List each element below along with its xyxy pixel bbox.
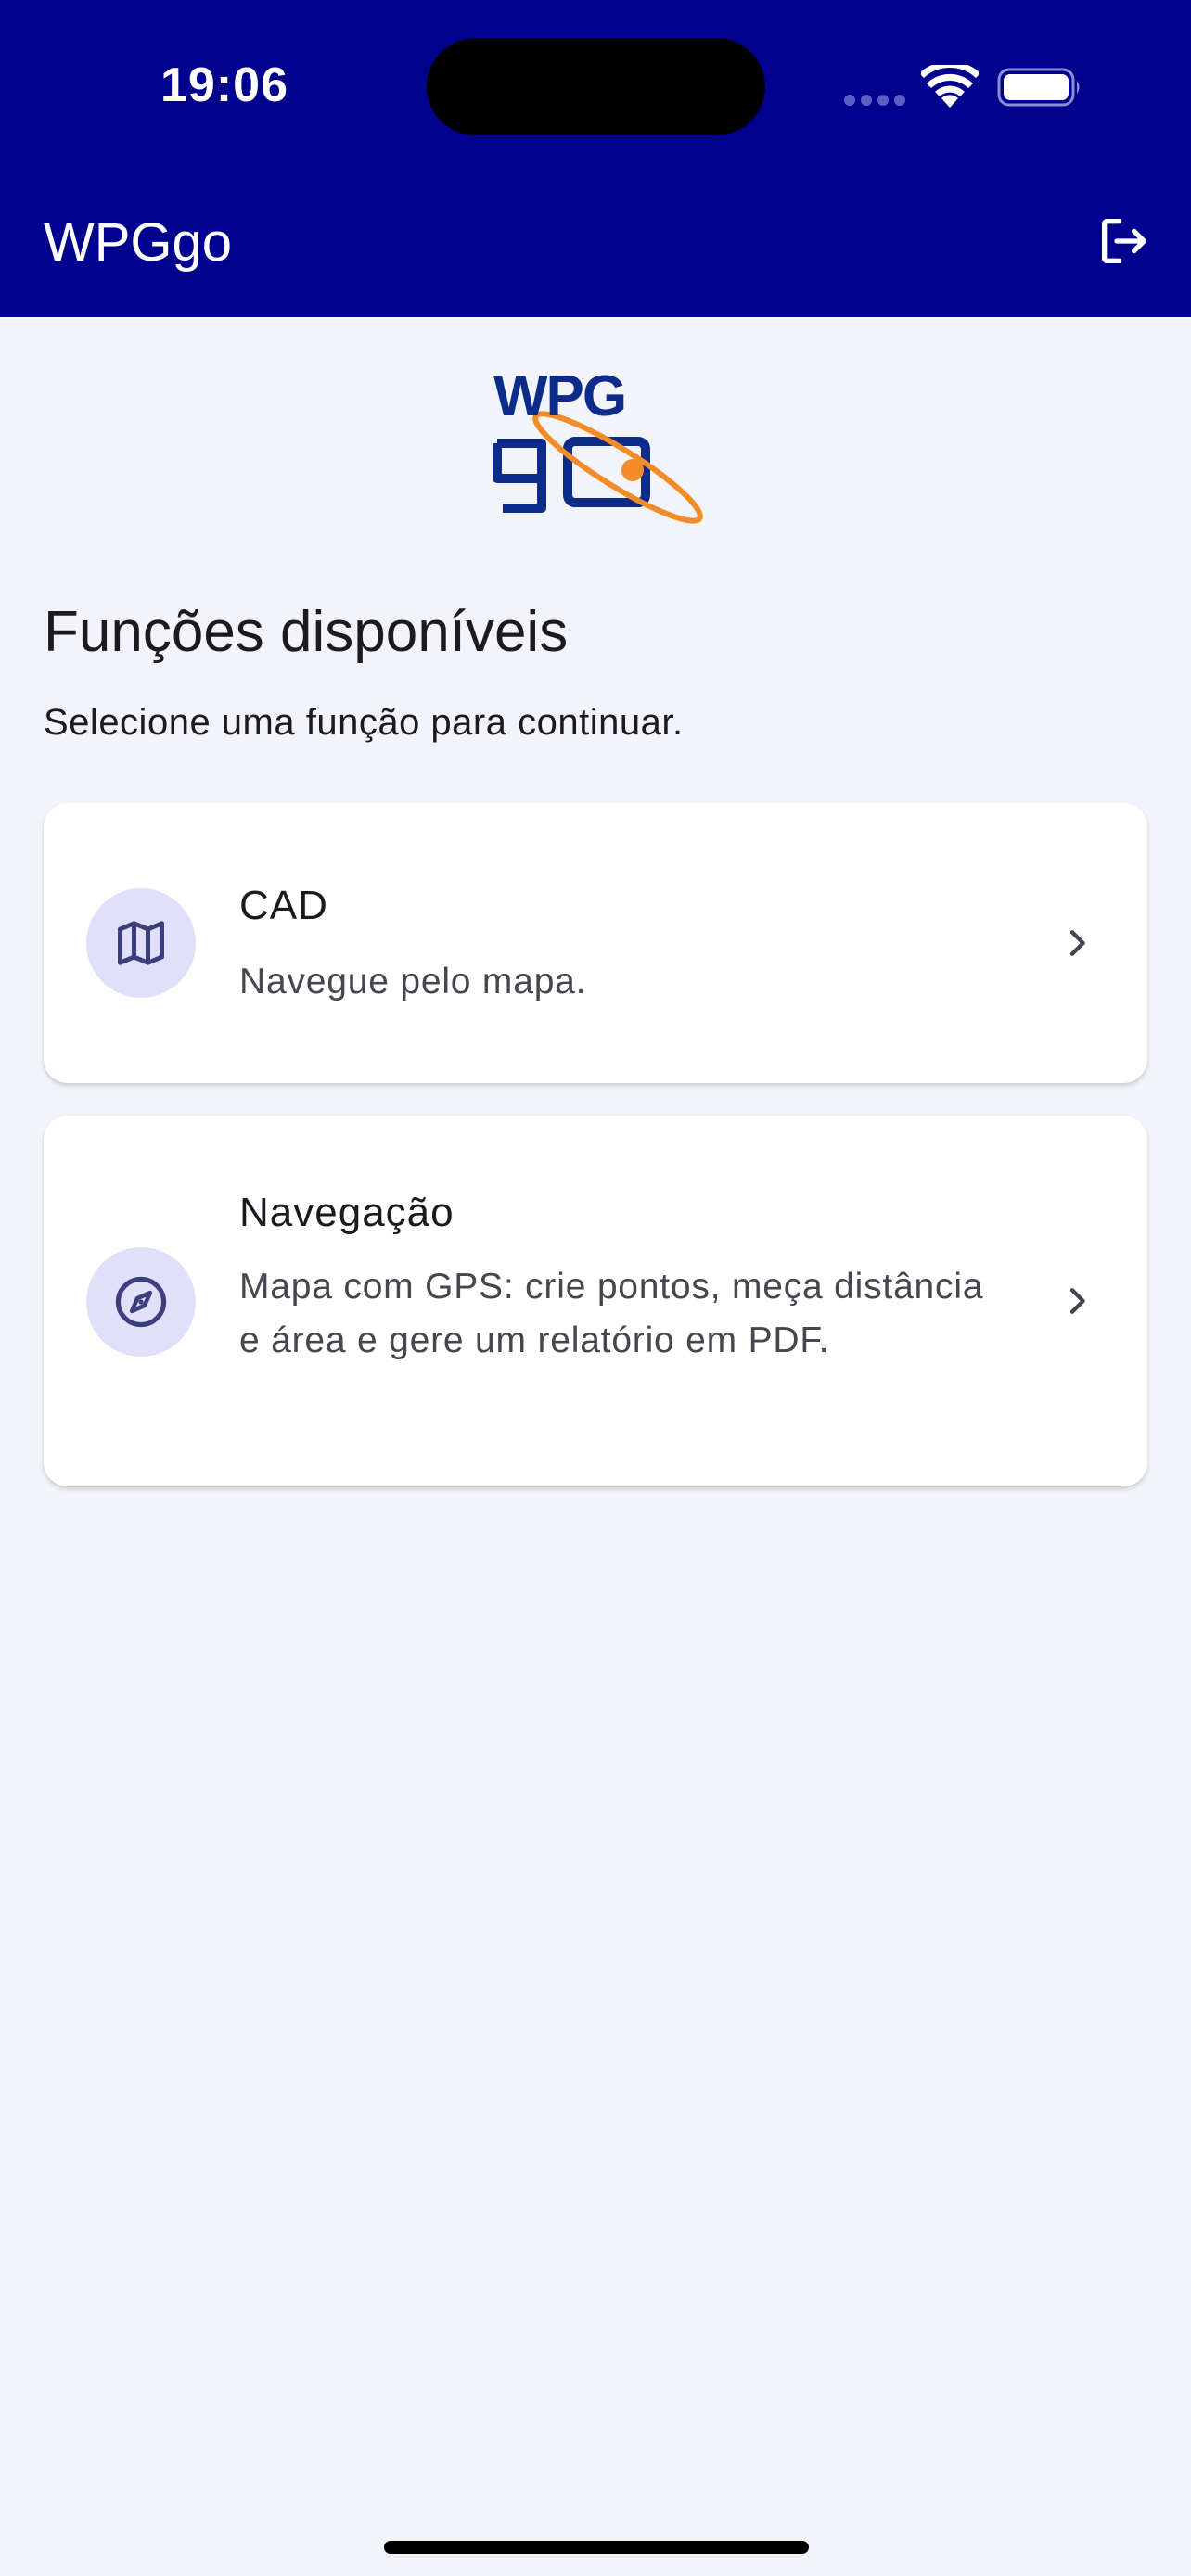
cellular-signal-icon bbox=[844, 95, 905, 106]
dynamic-island bbox=[427, 38, 765, 135]
card-title: Navegação bbox=[239, 1190, 455, 1235]
chevron-right-icon bbox=[1069, 1288, 1085, 1314]
app-screen: 19:06 WPGgo WPG Funções disponíveis Sele… bbox=[0, 0, 1191, 2576]
battery-icon bbox=[997, 68, 1080, 107]
function-card-cad[interactable]: CAD Navegue pelo mapa. bbox=[44, 803, 1147, 1083]
home-indicator[interactable] bbox=[384, 2541, 809, 2554]
card-title: CAD bbox=[239, 883, 328, 928]
chevron-right-icon bbox=[1069, 930, 1085, 956]
logo-text: WPG bbox=[493, 364, 627, 428]
card-description: Navegue pelo mapa. bbox=[239, 962, 587, 1001]
page-subtitle: Selecione uma função para continuar. bbox=[44, 702, 684, 743]
card-icon-container bbox=[86, 888, 196, 998]
compass-icon bbox=[115, 1276, 167, 1328]
page-title: Funções disponíveis bbox=[44, 600, 569, 664]
app-bar: 19:06 WPGgo bbox=[0, 0, 1191, 317]
map-icon bbox=[118, 921, 164, 965]
wifi-icon bbox=[921, 65, 979, 108]
card-description: Mapa com GPS: crie pontos, meça distânci… bbox=[239, 1267, 984, 1360]
card-icon-container bbox=[86, 1247, 196, 1357]
app-title: WPGgo bbox=[44, 212, 233, 273]
wpggo-logo: WPG bbox=[486, 364, 705, 527]
logout-button[interactable] bbox=[1095, 211, 1154, 271]
logout-icon bbox=[1102, 219, 1146, 263]
function-card-navegacao[interactable]: Navegação Mapa com GPS: crie pontos, meç… bbox=[44, 1116, 1147, 1486]
status-time: 19:06 bbox=[160, 58, 288, 112]
